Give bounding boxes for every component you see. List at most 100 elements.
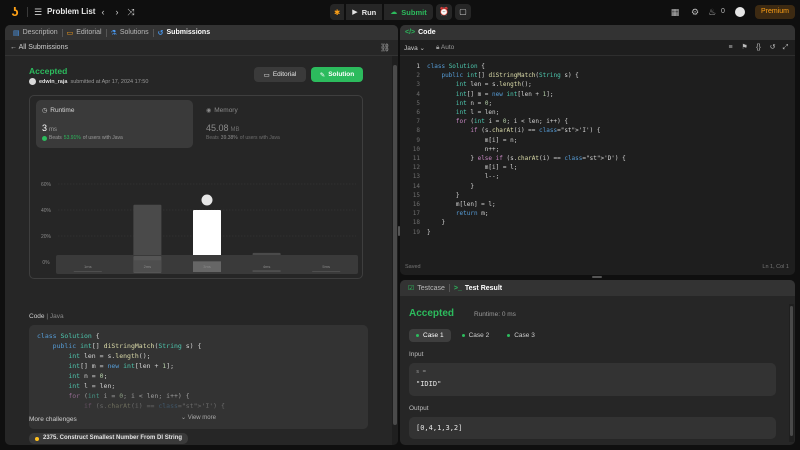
line-number: 2 <box>416 72 420 80</box>
reset-icon[interactable]: ↺ <box>768 43 777 52</box>
back-label: All Submissions <box>18 44 68 51</box>
history-icon: ↺ <box>157 29 164 37</box>
bookmark-icon[interactable]: ⚑ <box>740 43 749 52</box>
tab-editorial[interactable]: ▭ Editorial <box>64 25 105 40</box>
shuffle-icon[interactable]: ⤨ <box>124 5 138 19</box>
language-label: Java <box>404 45 418 52</box>
left-tab-bar: ▤ Description ▭ Editorial ⚗ Solutions ↺ … <box>5 25 398 40</box>
divider <box>448 284 450 292</box>
case-tab-2[interactable]: Case 2 <box>455 329 497 342</box>
case-label: Case 2 <box>468 332 490 339</box>
submit-button[interactable]: ☁ Submit <box>384 4 433 20</box>
overview-label: 3ms <box>203 264 211 269</box>
code-editor[interactable]: class Solution { public int[] diStringMa… <box>427 62 626 237</box>
problem-list-link[interactable]: Problem List <box>47 7 95 16</box>
alarm-clock-icon: ⏰ <box>439 7 449 16</box>
more-challenges-heading: More challenges <box>29 416 77 423</box>
play-icon: ▶ <box>352 9 358 16</box>
share-link-icon[interactable]: ⛓ <box>380 43 390 52</box>
y-tick-label: 60% <box>41 182 52 188</box>
overview-label: 5ms <box>322 264 330 269</box>
chevron-left-icon[interactable]: ‹ <box>96 5 110 19</box>
streak-count: 0 <box>721 8 725 15</box>
line-numbers: 1 2 3 4 5 6 7 8 9 10 11 12 13 14 15 16 17 18 19 <box>400 62 420 237</box>
post-solution-button[interactable]: ✎ Solution <box>311 67 363 82</box>
solution-label: Solution <box>328 71 355 78</box>
cursor-position: Ln 1, Col 1 <box>762 264 789 270</box>
case-label: Case 3 <box>514 332 535 339</box>
run-button[interactable]: ▶ Run <box>346 4 383 20</box>
tab-submissions[interactable]: ↺ Submissions <box>155 25 213 40</box>
terminal-icon: >_ <box>453 284 462 292</box>
divider <box>152 28 154 37</box>
output-box: [0,4,1,3,2] <box>409 417 776 439</box>
bug-icon: ✱ <box>334 7 341 17</box>
auto-label: Auto <box>440 44 455 51</box>
output-value: [0,4,1,3,2] <box>416 424 463 432</box>
chart-bar <box>133 204 162 262</box>
tab-description[interactable]: ▤ Description <box>10 25 61 40</box>
divider <box>105 28 107 37</box>
tab-testcase[interactable]: ☑ Testcase <box>405 284 448 293</box>
difficulty-dot <box>35 436 39 441</box>
language-select[interactable]: Java ⌄ <box>404 44 425 52</box>
all-submissions-link[interactable]: ← All Submissions <box>10 44 68 51</box>
line-number: 8 <box>416 127 420 135</box>
editorial-button[interactable]: ▭ Editorial <box>254 67 306 82</box>
submitted-code-box[interactable]: class Solution { public int[] diStringMa… <box>29 325 368 429</box>
debug-button[interactable]: ✱ <box>330 4 345 20</box>
auto-mode-toggle[interactable]: 🔒︎ Auto <box>436 44 454 52</box>
test-result-panel: ☑ Testcase >_ Test Result Accepted Runti… <box>400 280 795 445</box>
line-number: 16 <box>412 201 420 209</box>
premium-button[interactable]: Premium <box>755 5 796 19</box>
pencil-icon: ✎ <box>319 71 326 79</box>
problem-list-icon[interactable]: ☰ <box>31 5 45 19</box>
arrow-left-icon: ← <box>10 44 17 51</box>
line-number: 9 <box>416 136 420 144</box>
tab-solutions[interactable]: ⚗ Solutions <box>108 25 152 40</box>
pass-dot <box>461 334 465 337</box>
y-tick-label: 40% <box>41 208 52 214</box>
username[interactable]: edwin_raja <box>39 79 67 85</box>
chevron-right-icon[interactable]: › <box>110 5 124 19</box>
overview-bar <box>73 271 102 272</box>
leetcode-logo-icon[interactable]: ʖ <box>8 5 22 19</box>
pass-dot <box>507 334 511 337</box>
code-panel-title: Code <box>418 29 436 36</box>
view-more-button[interactable]: ⌄ View more <box>29 414 368 421</box>
note-icon: ▢ <box>459 7 467 16</box>
divider <box>27 7 28 17</box>
fullscreen-icon[interactable]: ⤢ <box>781 43 790 52</box>
line-number: 3 <box>416 81 420 89</box>
chevron-down-icon: ⌄ <box>419 45 425 52</box>
scrollbar-thumb[interactable] <box>393 65 397 425</box>
input-label: Input <box>409 351 424 358</box>
layout-icon[interactable]: ▦ <box>669 6 681 18</box>
horizontal-resize-handle[interactable] <box>592 276 602 278</box>
settings-icon[interactable]: ⚙ <box>689 6 701 18</box>
avatar[interactable] <box>735 7 745 17</box>
tab-label: Description <box>22 29 58 36</box>
line-number: 12 <box>412 164 420 172</box>
user-avatar[interactable] <box>29 78 36 85</box>
line-number: 7 <box>416 118 420 126</box>
tab-test-result[interactable]: >_ Test Result <box>451 285 505 292</box>
timer-button[interactable]: ⏰ <box>436 4 452 20</box>
case-tab-1[interactable]: Case 1 <box>409 329 451 342</box>
scrollbar-thumb[interactable] <box>790 306 793 436</box>
lock-icon: 🔒︎ <box>436 44 440 51</box>
save-status: Saved <box>405 264 421 270</box>
line-number: 10 <box>412 145 420 153</box>
challenge-link[interactable]: 2375. Construct Smallest Number From DI … <box>29 433 189 444</box>
notes-button[interactable]: ▢ <box>455 4 471 20</box>
challenge-title: 2375. Construct Smallest Number From DI … <box>43 435 183 441</box>
case-tab-3[interactable]: Case 3 <box>500 329 542 342</box>
view-more-label: View more <box>187 415 216 421</box>
format-icon[interactable]: ≡ <box>726 43 735 52</box>
checkbox-icon: ☑ <box>408 285 415 292</box>
line-number: 18 <box>412 219 420 227</box>
streak-fire-icon[interactable]: ♨ <box>706 6 718 18</box>
editorial-icon: ▭ <box>66 29 74 37</box>
braces-icon[interactable]: {} <box>754 43 763 52</box>
top-bar: ʖ ☰ Problem List ‹ › ⤨ ✱ ▶ Run ☁ Submit … <box>0 0 800 24</box>
